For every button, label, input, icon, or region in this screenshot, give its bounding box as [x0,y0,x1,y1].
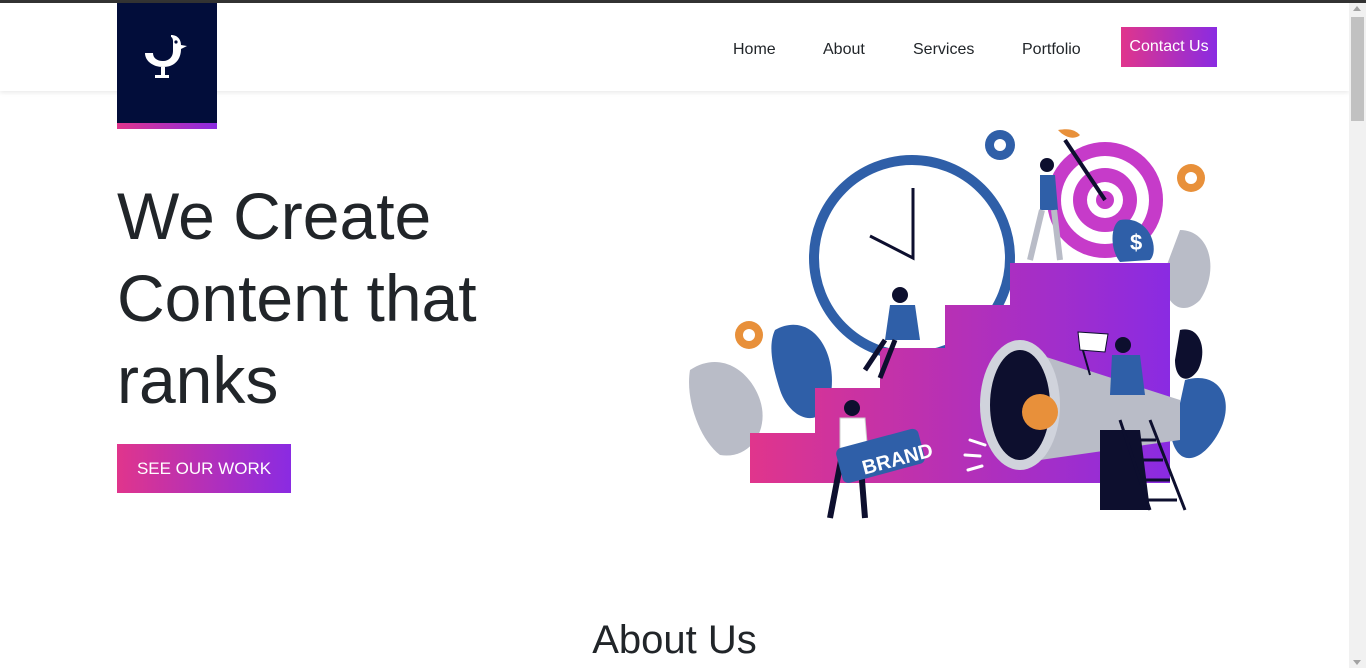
nav-portfolio-link[interactable]: Portfolio [1022,40,1081,60]
scroll-up-arrow-icon[interactable] [1353,6,1361,11]
scrollbar-thumb[interactable] [1351,17,1364,121]
leaf-blue-right [1172,378,1226,459]
svg-text:$: $ [1130,230,1142,255]
nav-services-link[interactable]: Services [913,40,974,60]
leaf-dark-right [1175,329,1203,379]
nav-about-link[interactable]: About [823,40,865,60]
contact-us-button[interactable]: Contact Us [1121,27,1217,67]
leaf-grey-right [1164,230,1211,309]
logo-accent-bar [117,123,217,129]
hero-title: We Create Content that ranks [117,179,477,417]
site-logo[interactable] [117,3,217,123]
about-section-title: About Us [592,618,757,662]
see-our-work-button[interactable]: SEE OUR WORK [117,444,291,493]
scrollbar[interactable] [1349,3,1366,668]
nav-home-link[interactable]: Home [733,40,776,60]
duck-logo-icon [145,35,187,78]
hero-illustration: $ BRAND [689,129,1226,519]
scroll-down-arrow-icon[interactable] [1353,660,1361,665]
